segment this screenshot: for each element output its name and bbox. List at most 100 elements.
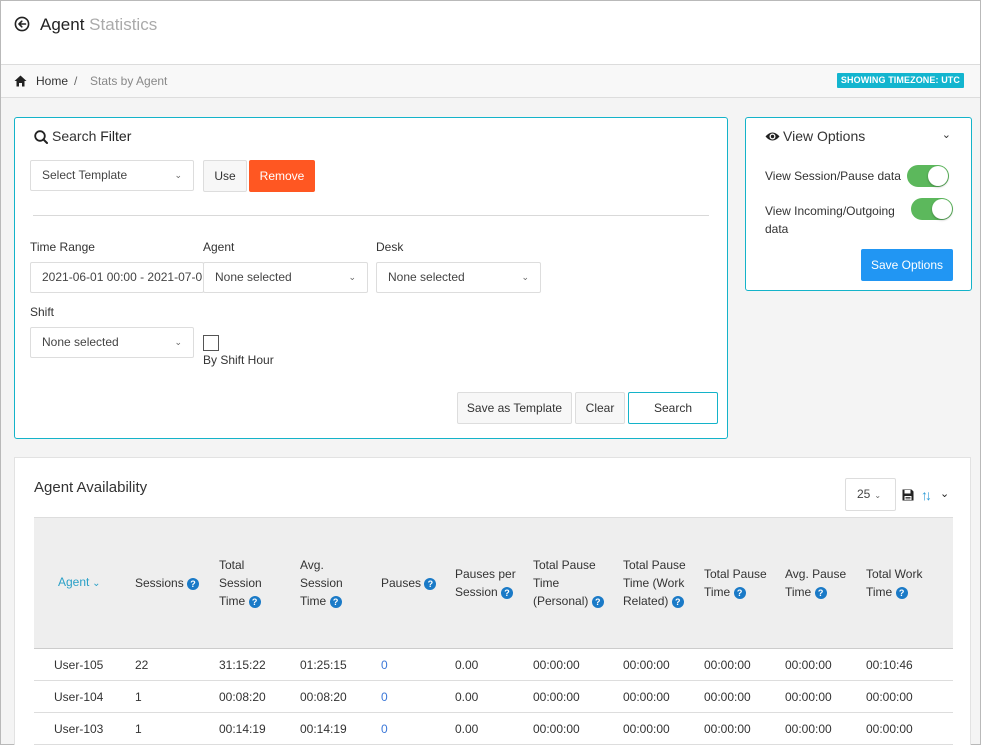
desk-label: Desk: [376, 240, 404, 254]
breadcrumb-home-link[interactable]: Home: [36, 74, 68, 88]
page-title: Agent Statistics: [40, 15, 157, 35]
home-icon[interactable]: [14, 75, 27, 87]
pauses-link[interactable]: 0: [375, 712, 449, 745]
timezone-badge: SHOWING TIMEZONE: UTC: [836, 73, 964, 88]
table-cell: 0.00: [449, 648, 527, 681]
help-icon[interactable]: ?: [733, 586, 746, 599]
column-header-agent[interactable]: Agent ⌄: [34, 517, 129, 649]
use-template-button[interactable]: Use: [203, 160, 247, 192]
chevron-down-icon[interactable]: ⌄: [940, 487, 949, 500]
back-arrow-icon[interactable]: [14, 16, 30, 32]
search-filter-title-prefix: Search: [52, 128, 97, 144]
chevron-down-icon: ⌄: [521, 272, 529, 282]
agent-availability-title: Agent Availability: [34, 479, 148, 496]
page-size-select[interactable]: 25 ⌄: [845, 478, 896, 511]
agent-select-value: None selected: [215, 270, 292, 284]
table-cell: 00:00:00: [779, 680, 860, 713]
column-header-label: Sessions: [135, 576, 184, 590]
template-select-value: Select Template: [42, 168, 128, 182]
top-bar: Agent Statistics: [1, 1, 980, 65]
table-cell: 00:00:00: [779, 712, 860, 745]
help-icon[interactable]: ?: [248, 595, 261, 608]
table-cell: 31:15:22: [213, 648, 294, 681]
column-header-label: Total Work Time: [866, 567, 923, 599]
table-cell: 1: [129, 712, 213, 745]
time-range-input[interactable]: 2021-06-01 00:00 - 2021-07-01: [30, 262, 204, 293]
table-cell: 00:00:00: [527, 680, 617, 713]
search-filter-panel: Search Filter Select Template ⌄ Use Remo…: [14, 117, 728, 439]
page-size-value: 25: [857, 487, 871, 501]
table-cell: 00:10:46: [860, 648, 953, 681]
table-cell: 00:00:00: [698, 712, 779, 745]
shift-label: Shift: [30, 305, 55, 319]
remove-template-button[interactable]: Remove: [249, 160, 315, 192]
help-icon[interactable]: ?: [501, 586, 514, 599]
help-icon[interactable]: ?: [895, 586, 908, 599]
column-header: Avg. Session Time ?: [294, 517, 375, 649]
view-options-title: View Options: [783, 128, 866, 144]
search-filter-title-bold: Filter: [100, 128, 132, 144]
table-cell: 1: [129, 680, 213, 713]
pauses-link[interactable]: 0: [375, 680, 449, 713]
help-icon[interactable]: ?: [591, 595, 604, 608]
clear-button[interactable]: Clear: [575, 392, 625, 424]
help-icon[interactable]: ?: [329, 595, 342, 608]
table-cell: 00:00:00: [779, 648, 860, 681]
shift-select[interactable]: None selected ⌄: [30, 327, 194, 358]
shift-select-value: None selected: [42, 335, 119, 349]
column-header-label: Agent: [58, 575, 90, 589]
help-icon[interactable]: ?: [671, 595, 684, 608]
toggle-knob: [928, 166, 948, 186]
chevron-down-icon: ⌄: [174, 170, 182, 180]
search-filter-title: Search Filter: [52, 128, 131, 144]
table-row: User-105 22 31:15:22 01:25:15 0 0.00 00:00:00 0…: [34, 648, 953, 681]
save-options-button[interactable]: Save Options: [861, 249, 953, 281]
table-cell: 00:00:00: [698, 648, 779, 681]
table-cell: 00:00:00: [698, 680, 779, 713]
breadcrumb: Home / Stats by Agent SHOWING TIMEZONE: …: [1, 65, 980, 98]
time-range-label: Time Range: [30, 240, 95, 254]
chevron-down-icon[interactable]: ⌄: [942, 128, 951, 141]
search-icon: [34, 130, 48, 144]
sort-chevron-icon[interactable]: ⌄: [89, 578, 100, 589]
table-cell: 00:08:20: [213, 680, 294, 713]
chevron-down-icon: ⌄: [174, 337, 182, 347]
incoming-outgoing-toggle[interactable]: [911, 198, 953, 220]
table-cell: 00:14:19: [213, 712, 294, 745]
page-title-main: Agent: [40, 15, 85, 34]
table-row: User-103 1 00:14:19 00:14:19 0 0.00 00:00:00 00…: [34, 712, 953, 745]
help-icon[interactable]: ?: [814, 586, 827, 599]
column-header: Total Work Time ?: [860, 517, 953, 649]
save-as-template-button[interactable]: Save as Template: [457, 392, 572, 424]
incoming-outgoing-label: View Incoming/Outgoing data: [765, 204, 895, 236]
table-cell: 0.00: [449, 712, 527, 745]
agent-label: Agent: [203, 240, 235, 254]
help-icon[interactable]: ?: [187, 577, 200, 590]
table-cell: 0.00: [449, 680, 527, 713]
table-cell: 00:00:00: [527, 648, 617, 681]
table-cell: 00:00:00: [527, 712, 617, 745]
eye-icon: [765, 132, 780, 141]
save-icon[interactable]: [902, 489, 914, 501]
breadcrumb-current: Stats by Agent: [90, 74, 168, 88]
agent-name-cell: User-105: [34, 648, 129, 681]
column-header: Total Session Time ?: [213, 517, 294, 649]
column-header: Total Pause Time (Work Related) ?: [617, 517, 698, 649]
by-shift-hour-checkbox[interactable]: [203, 335, 219, 351]
agent-name-cell: User-104: [34, 680, 129, 713]
agent-select[interactable]: None selected ⌄: [203, 262, 368, 293]
by-shift-hour-label: By Shift Hour: [203, 353, 274, 367]
sort-columns-icon[interactable]: ↑↓: [921, 487, 932, 503]
template-select[interactable]: Select Template ⌄: [30, 160, 194, 191]
search-button[interactable]: Search: [628, 392, 718, 424]
column-header: Total Pause Time ?: [698, 517, 779, 649]
filter-divider: [33, 215, 709, 216]
column-header: Avg. Pause Time ?: [779, 517, 860, 649]
desk-select[interactable]: None selected ⌄: [376, 262, 541, 293]
help-icon[interactable]: ?: [424, 577, 437, 590]
table-header-row: Agent ⌄ Sessions ? Total Session Time ? Avg…: [34, 517, 953, 649]
column-header: Pauses ?: [375, 517, 449, 649]
pauses-link[interactable]: 0: [375, 648, 449, 681]
session-pause-toggle[interactable]: [907, 165, 949, 187]
page-title-sub: Statistics: [89, 15, 158, 34]
